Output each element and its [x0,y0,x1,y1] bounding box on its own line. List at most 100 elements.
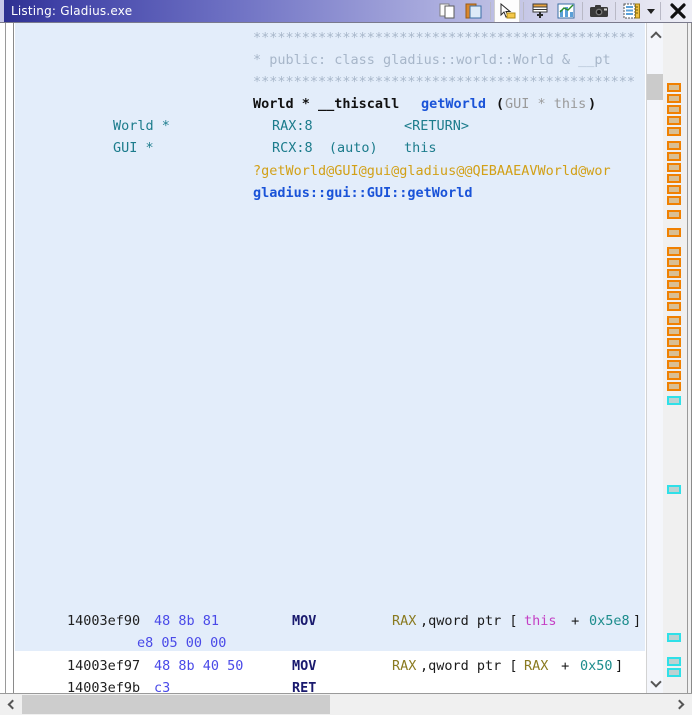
chevron-up-icon [649,31,662,43]
listing-token[interactable]: World * __thiscall [253,93,407,115]
chevron-down-icon [647,8,655,14]
listing-token[interactable]: gladius::gui::GUI::getWorld [253,182,472,204]
selection-tool-button[interactable] [494,0,520,22]
overview-marker[interactable] [667,258,681,267]
listing-token[interactable]: MOV [292,655,316,677]
overview-marker[interactable] [667,302,681,311]
ghidra-listing-window: Listing: Gladius.exe *******************… [0,0,692,715]
close-icon [670,3,686,19]
overview-marker[interactable] [667,280,681,289]
chevron-right-icon [674,699,685,710]
listing-token[interactable]: getWorld [421,93,486,115]
scroll-down-button[interactable] [647,675,664,692]
overview-marker-bar[interactable] [663,23,684,694]
overview-marker[interactable] [667,247,681,256]
overview-marker[interactable] [667,127,681,136]
listing-token[interactable]: 0x5e8 [589,610,630,632]
scroll-up-button[interactable] [647,27,664,44]
listing-token[interactable]: e8 05 00 00 [137,632,226,654]
overview-marker[interactable] [667,349,681,358]
overview-marker[interactable] [667,228,681,237]
listing-token[interactable]: World * [113,115,170,137]
listing-token[interactable]: ****************************************… [253,71,635,93]
listing-token[interactable]: * public: class gladius::world::World & … [253,49,611,71]
listing-token[interactable]: ,qword ptr [ [420,655,518,677]
chevron-left-icon [7,699,18,710]
overview-marker[interactable] [667,382,681,391]
listing-token[interactable]: ****************************************… [253,27,635,49]
listing-token[interactable]: + [563,610,587,632]
overview-marker[interactable] [667,657,681,666]
listing-token[interactable]: 14003ef9b [67,677,140,693]
overview-marker[interactable] [667,163,681,172]
snapshot-button[interactable] [586,0,612,22]
overview-marker[interactable] [667,196,681,205]
paste-button[interactable] [461,0,487,22]
listing-token[interactable]: + [553,655,577,677]
listing-token[interactable]: 48 8b 81 [154,610,219,632]
listing-token[interactable]: 14003ef97 [67,655,140,677]
listing-token[interactable]: RAX [392,610,416,632]
listing-token[interactable]: this [524,610,557,632]
listing-token[interactable]: RAX:8 [272,115,313,137]
listing-token[interactable]: ] [633,610,641,632]
toolbar-separator [490,2,491,20]
edit-listing-fields-button[interactable] [619,0,645,22]
vertical-scrollbar[interactable] [646,23,664,694]
horizontal-scrollbar[interactable] [0,693,692,715]
copy-button[interactable] [435,0,461,22]
listing-token[interactable]: ?getWorld@GUI@gui@gladius@@QEBAAEAVWorld… [253,160,611,182]
scroll-left-button[interactable] [0,694,22,715]
overview-marker[interactable] [667,668,681,677]
overview-marker[interactable] [667,338,681,347]
paste-icon [465,3,482,19]
listing-token[interactable]: RAX [392,655,416,677]
horizontal-scroll-track[interactable] [22,694,670,715]
add-table-icon [532,3,548,18]
listing-token[interactable]: RCX:8 (auto) [272,137,378,159]
listing-token[interactable]: 0x50 [580,655,613,677]
overview-marker[interactable] [667,210,681,219]
listing-token[interactable]: ] [615,655,623,677]
overview-marker[interactable] [667,105,681,114]
overview-marker[interactable] [667,152,681,161]
close-button[interactable] [664,0,692,22]
listing-token[interactable]: this [404,137,437,159]
overview-marker[interactable] [667,174,681,183]
listing-body: ****************************************… [0,22,692,694]
graph-icon [557,3,575,19]
overview-marker[interactable] [667,116,681,125]
overview-marker[interactable] [667,141,681,150]
overview-marker[interactable] [667,316,681,325]
listing-token[interactable]: RAX [524,655,548,677]
display-graph-button[interactable] [553,0,579,22]
horizontal-scroll-thumb[interactable] [22,695,330,714]
overview-marker[interactable] [667,360,681,369]
add-to-table-button[interactable] [527,0,553,22]
overview-marker[interactable] [667,327,681,336]
listing-token[interactable]: GUI * this [505,93,586,115]
listing-token[interactable]: c3 [154,677,170,693]
listing-token[interactable]: RET [292,677,316,693]
listing-token[interactable]: 14003ef90 [67,610,140,632]
overview-marker[interactable] [667,94,681,103]
vertical-scroll-thumb[interactable] [647,74,664,100]
listing-token[interactable]: ( [496,93,504,115]
listing-token[interactable]: ,qword ptr [ [420,610,518,632]
toolbar-dropdown-button[interactable] [645,0,657,22]
listing-token[interactable]: MOV [292,610,316,632]
listing-token[interactable]: GUI * [113,137,154,159]
overview-marker[interactable] [667,291,681,300]
listing-token[interactable]: ) [588,93,596,115]
overview-marker[interactable] [667,371,681,380]
listing-canvas[interactable]: ****************************************… [15,23,645,693]
overview-marker[interactable] [667,633,681,642]
overview-marker[interactable] [667,396,681,405]
overview-marker[interactable] [667,269,681,278]
listing-token[interactable]: 48 8b 40 50 [154,655,243,677]
scroll-right-button[interactable] [670,694,692,715]
listing-token[interactable]: <RETURN> [404,115,469,137]
overview-marker[interactable] [667,83,681,92]
overview-marker[interactable] [667,485,681,494]
overview-marker[interactable] [667,185,681,194]
